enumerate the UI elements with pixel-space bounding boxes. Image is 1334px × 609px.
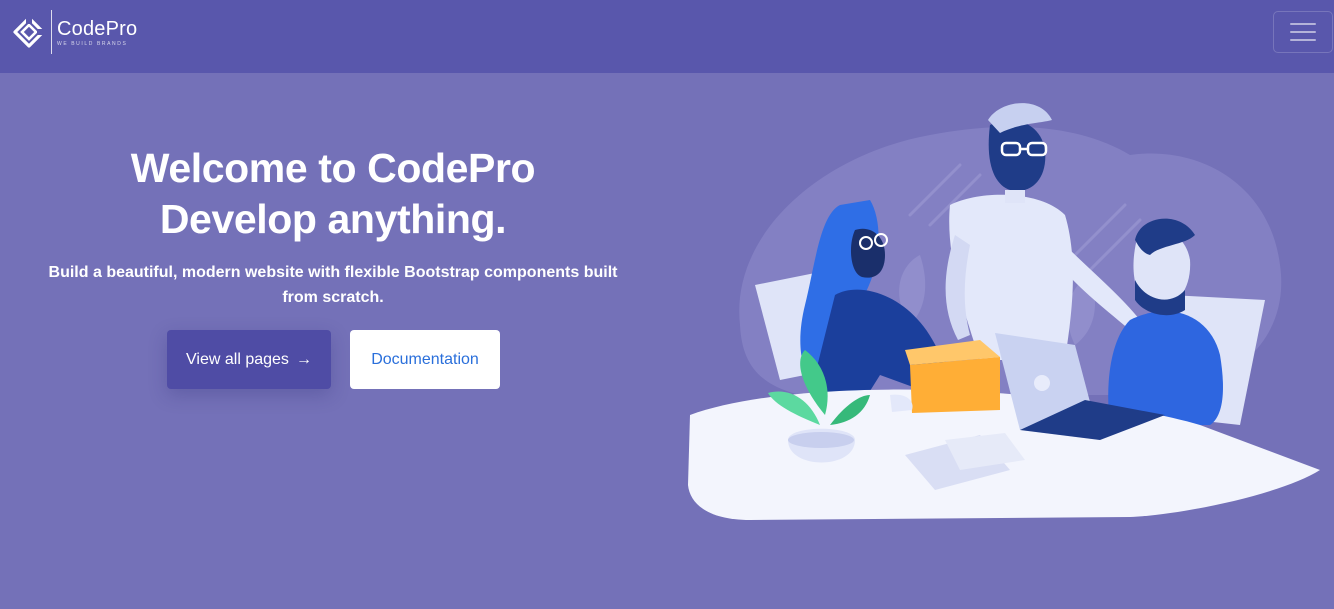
hero-subtitle: Build a beautiful, modern website with f…: [40, 260, 626, 310]
navbar: CodePro WE BUILD BRANDS: [0, 0, 1334, 73]
hero-subtitle-line-2: from scratch.: [282, 289, 384, 306]
brand-tagline: WE BUILD BRANDS: [57, 40, 128, 47]
brand-name: CodePro: [57, 17, 138, 40]
orange-folder: [910, 357, 1000, 413]
hero-title-line-2: Develop anything.: [159, 196, 507, 242]
hero-content: Welcome to CodePro Develop anything. Bui…: [40, 143, 626, 310]
hero-title: Welcome to CodePro Develop anything.: [40, 143, 626, 245]
hero-subtitle-line-1: Build a beautiful, modern website with f…: [48, 264, 618, 281]
hamburger-menu-icon: [1290, 23, 1316, 41]
arrow-right-icon: →: [295, 350, 312, 368]
documentation-label: Documentation: [371, 350, 479, 368]
view-all-pages-button[interactable]: View all pages →: [167, 330, 331, 389]
brand-divider: [51, 10, 52, 54]
team-working-illustration: [688, 103, 1320, 520]
hero-buttons: View all pages → Documentation: [167, 330, 500, 389]
navbar-toggler-button[interactable]: [1273, 11, 1333, 53]
brand-logo-link[interactable]: CodePro WE BUILD BRANDS: [12, 10, 137, 54]
view-all-pages-label: View all pages: [186, 350, 289, 368]
documentation-button[interactable]: Documentation: [350, 330, 500, 389]
diamond-logo-icon: [13, 16, 45, 48]
brand-text: CodePro WE BUILD BRANDS: [57, 18, 137, 47]
hero-title-line-1: Welcome to CodePro: [130, 145, 536, 191]
